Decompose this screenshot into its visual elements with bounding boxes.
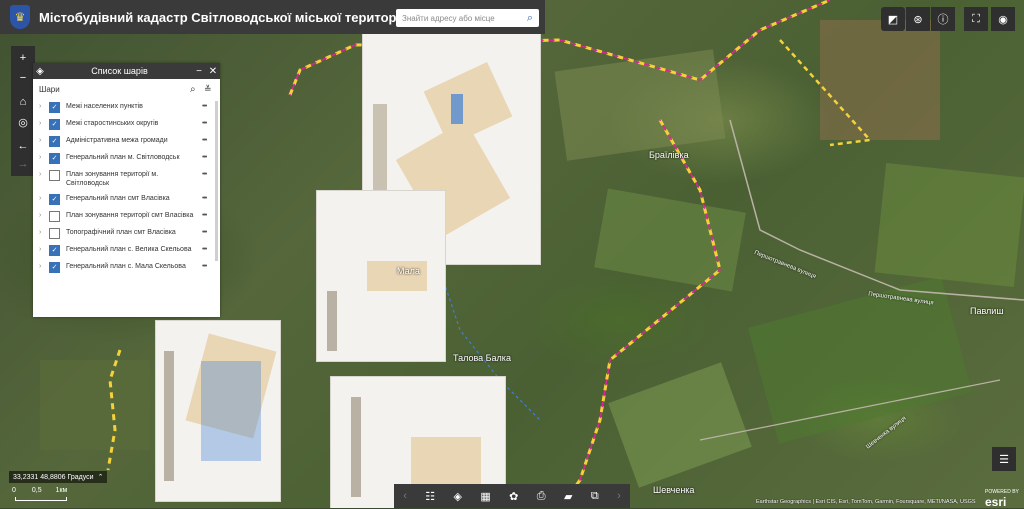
map-label-braylivka: Браїлівка — [649, 150, 689, 160]
layer-item[interactable]: › ✓ Межі старостинських округів ••• — [33, 116, 220, 133]
search-icon[interactable]: ⌕ — [521, 9, 539, 27]
layer-checkbox[interactable]: ✓ — [49, 119, 60, 130]
layers-heading: Шари — [39, 84, 60, 94]
chevron-left-icon[interactable]: ‹ — [403, 490, 407, 502]
general-plan-overlay — [316, 190, 446, 362]
layer-list-panel: ◈ Список шарів − ✕ Шари ⌕ ≚ › ✓ Межі насел… — [33, 63, 220, 317]
expand-icon[interactable]: › — [39, 153, 49, 162]
expand-icon[interactable]: › — [39, 119, 49, 128]
layer-item[interactable]: › ✓ Адміністративна межа громади ••• — [33, 133, 220, 150]
expand-icon[interactable]: › — [39, 136, 49, 145]
coordinates-readout: 33,2331 48,8806 Градуси ⌃ — [9, 471, 108, 483]
panel-subheader: Шари ⌕ ≚ — [33, 79, 220, 99]
scale-label: 1км — [55, 487, 68, 494]
layer-label: Генеральний план смт Власівка — [66, 195, 170, 202]
layer-checkbox[interactable] — [49, 170, 60, 181]
zoom-out-button[interactable]: − — [11, 66, 35, 90]
layer-label: Генеральний план с. Мала Скельова — [66, 263, 186, 270]
scrollbar[interactable] — [215, 101, 218, 261]
layer-checkbox[interactable]: ✓ — [49, 153, 60, 164]
layer-label: Топографічний план смт Власівка — [66, 229, 176, 236]
search-input[interactable]: Знайти адресу або місце — [402, 14, 521, 23]
layer-label: Генеральний план м. Світловодськ — [66, 154, 180, 161]
expand-icon[interactable]: › — [39, 211, 49, 220]
legend-icon[interactable]: ☰ — [992, 447, 1016, 471]
layer-label: Адміністративна межа громади — [66, 137, 168, 144]
fullscreen-icon[interactable]: ⛶ — [964, 7, 988, 31]
measure-icon[interactable]: ▰ — [564, 490, 572, 503]
layer-item[interactable]: › ✓ Генеральний план с. Мала Скельова ••• — [33, 259, 220, 276]
expand-icon[interactable]: › — [39, 170, 49, 179]
share-icon[interactable]: ⊛ — [906, 7, 930, 31]
layer-checkbox[interactable]: ✓ — [49, 262, 60, 273]
grid-icon[interactable]: ▦ — [480, 490, 490, 503]
expand-icon[interactable]: › — [39, 228, 49, 237]
layer-item[interactable]: › ✓ Межі населених пунктів ••• — [33, 99, 220, 116]
layer-item[interactable]: › ✓ Генеральний план смт Власівка ••• — [33, 191, 220, 208]
layer-checkbox[interactable]: ✓ — [49, 136, 60, 147]
list-icon[interactable]: ☷ — [425, 490, 435, 503]
filter-icon[interactable]: ≚ — [204, 84, 220, 95]
minimize-icon[interactable]: − — [192, 66, 206, 77]
expand-icon[interactable]: › — [39, 245, 49, 254]
layer-list: › ✓ Межі населених пунктів ••• › ✓ Межі старос… — [33, 99, 220, 276]
chevron-up-icon[interactable]: ⌃ — [98, 473, 104, 481]
layer-label: Межі старостинських округів — [66, 120, 159, 127]
scale-bar — [15, 497, 67, 501]
panel-header: ◈ Список шарів − ✕ — [33, 63, 220, 79]
layer-item[interactable]: › План зонування території м. Світловодсь… — [33, 167, 220, 191]
general-plan-overlay — [155, 320, 281, 502]
palette-icon[interactable]: ✿ — [509, 490, 518, 503]
layer-label: Генеральний план с. Велика Скельова — [66, 246, 192, 253]
layer-checkbox[interactable]: ✓ — [49, 194, 60, 205]
map-label-shevchenka: Шевченка — [653, 485, 695, 495]
search-box[interactable]: Знайти адресу або місце ⌕ — [396, 9, 539, 27]
layer-checkbox[interactable]: ✓ — [49, 102, 60, 113]
layers-icon[interactable]: ◈ — [454, 490, 462, 503]
layers-icon: ◈ — [36, 65, 44, 77]
panel-title: Список шарів — [91, 66, 148, 76]
expand-icon[interactable]: › — [39, 262, 49, 271]
search-icon[interactable]: ⌕ — [190, 84, 204, 95]
scale-label: 0,5 — [31, 487, 42, 494]
layer-item[interactable]: › Топографічний план смт Власівка ••• — [33, 225, 220, 242]
locate-icon[interactable]: ◎ — [11, 110, 35, 134]
more-options-icon[interactable]: ••• — [202, 262, 220, 271]
coat-of-arms-icon: ♛ — [10, 5, 30, 29]
expand-icon[interactable]: › — [39, 102, 49, 111]
layer-item[interactable]: › План зонування території смт Власівка ••… — [33, 208, 220, 225]
visibility-icon[interactable]: ◉ — [991, 7, 1015, 31]
map-label-mala: Мала — [397, 266, 420, 276]
layer-checkbox[interactable]: ✓ — [49, 245, 60, 256]
layer-label: План зонування території м. Світловодськ — [66, 171, 159, 187]
scale-label: 0 — [12, 487, 16, 494]
esri-logo: POWERED BY esri — [985, 489, 1019, 509]
layer-label: План зонування території смт Власівка — [66, 212, 194, 219]
layer-item[interactable]: › ✓ Генеральний план с. Велика Скельова ••• — [33, 242, 220, 259]
bottom-toolbar: ‹ ☷ ◈ ▦ ✿ ⎙ ▰ ⧉ › — [394, 484, 630, 508]
basemap-icon[interactable]: ◩ — [881, 7, 905, 31]
chevron-right-icon[interactable]: › — [617, 490, 621, 502]
info-icon[interactable]: ⓘ — [931, 7, 955, 31]
attribution-text: Earthstar Geographics | Esri CIS, Esri, … — [756, 499, 976, 505]
esri-brand-text: esri — [985, 495, 1007, 509]
layer-checkbox[interactable] — [49, 211, 60, 222]
coordinates-text: 33,2331 48,8806 Градуси — [13, 473, 94, 481]
layer-item[interactable]: › ✓ Генеральний план м. Світловодськ ••• — [33, 150, 220, 167]
map-label-pavlysh: Павлиш — [970, 306, 1004, 316]
close-icon[interactable]: ✕ — [206, 66, 220, 77]
forward-arrow-icon[interactable]: → — [11, 152, 35, 176]
print-icon[interactable]: ⎙ — [537, 490, 546, 503]
layer-checkbox[interactable] — [49, 228, 60, 239]
export-icon[interactable]: ⧉ — [591, 490, 599, 503]
map-label-talova-balka: Талова Балка — [453, 353, 511, 363]
layer-label: Межі населених пунктів — [66, 103, 143, 110]
expand-icon[interactable]: › — [39, 194, 49, 203]
scale-labels: 0 0,5 1км — [12, 487, 67, 494]
